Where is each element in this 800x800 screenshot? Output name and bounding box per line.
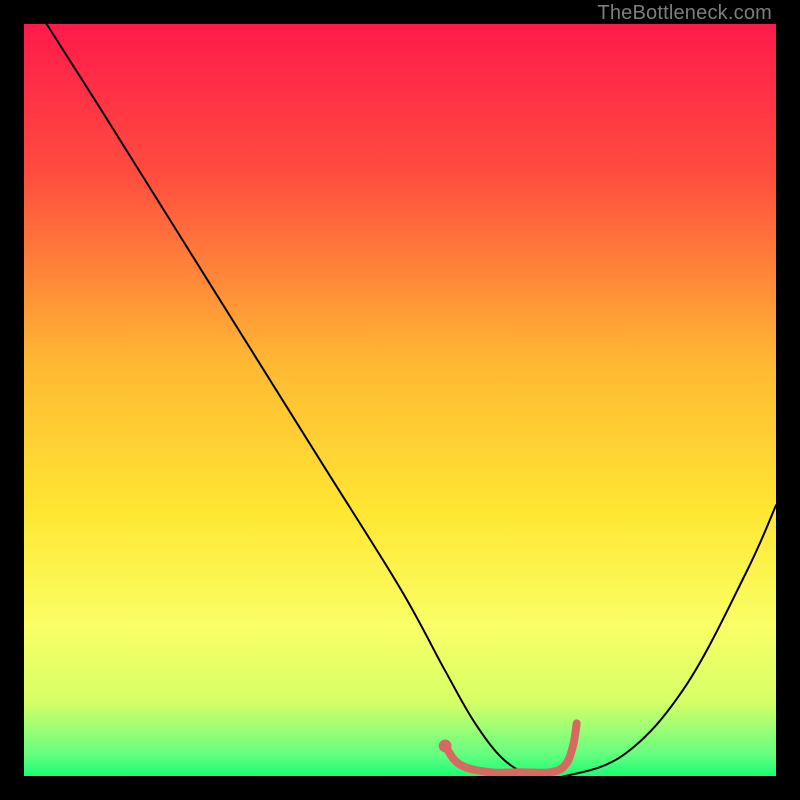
chart-frame xyxy=(24,24,776,776)
optimal-dot xyxy=(439,740,452,753)
bottleneck-chart xyxy=(24,24,776,776)
gradient-background xyxy=(24,24,776,776)
watermark-text: TheBottleneck.com xyxy=(597,2,772,25)
